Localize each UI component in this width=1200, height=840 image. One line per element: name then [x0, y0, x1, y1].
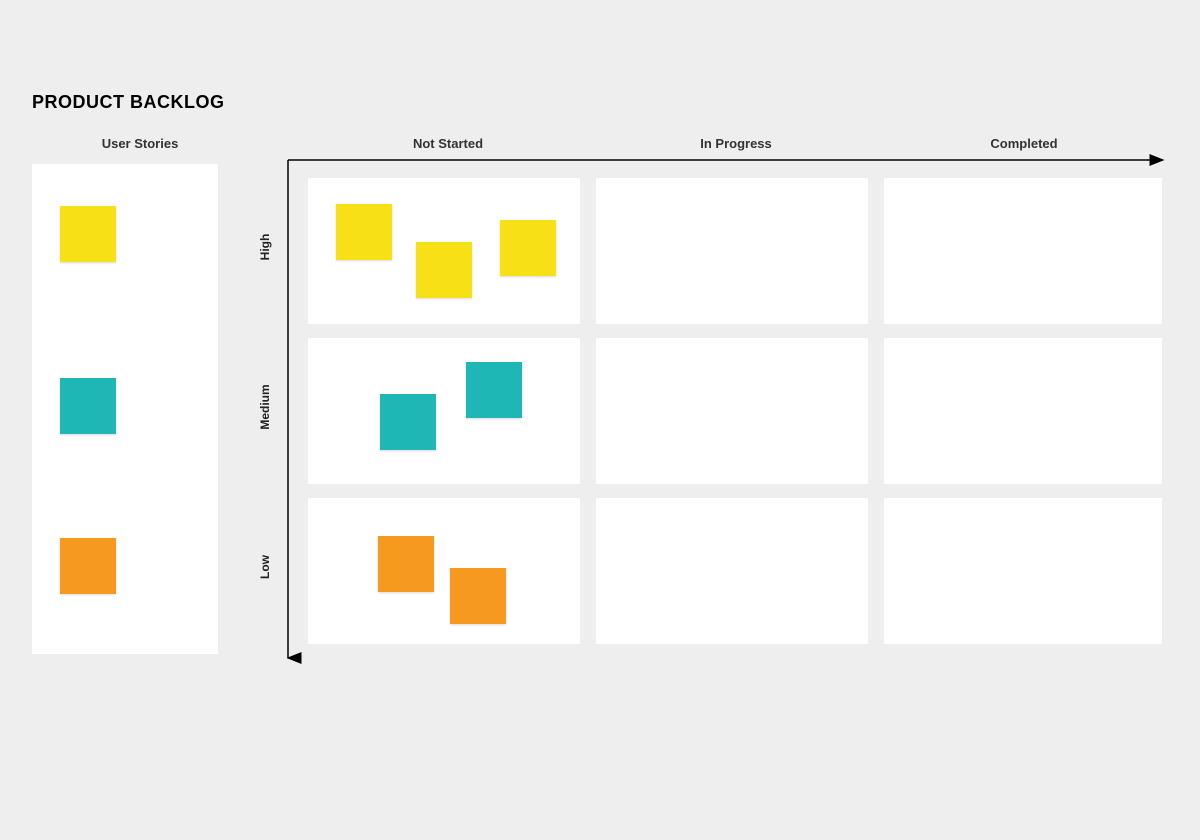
sticky-card[interactable]: [336, 204, 392, 260]
page-title: PRODUCT BACKLOG: [32, 92, 225, 113]
sticky-card[interactable]: [60, 378, 116, 434]
sticky-card[interactable]: [60, 206, 116, 262]
cell-low-not-started: [308, 498, 580, 644]
cell-medium-not-started: [308, 338, 580, 484]
column-header-user-stories: User Stories: [40, 136, 240, 151]
cell-medium-in-progress: [596, 338, 868, 484]
sticky-card[interactable]: [500, 220, 556, 276]
sticky-card[interactable]: [416, 242, 472, 298]
column-header-in-progress: In Progress: [636, 136, 836, 151]
sticky-card[interactable]: [450, 568, 506, 624]
sticky-card[interactable]: [466, 362, 522, 418]
sticky-card[interactable]: [60, 538, 116, 594]
sticky-card[interactable]: [380, 394, 436, 450]
cell-high-not-started: [308, 178, 580, 324]
cell-high-in-progress: [596, 178, 868, 324]
cell-low-in-progress: [596, 498, 868, 644]
cell-high-completed: [884, 178, 1162, 324]
cell-medium-completed: [884, 338, 1162, 484]
column-header-not-started: Not Started: [348, 136, 548, 151]
column-header-completed: Completed: [924, 136, 1124, 151]
cell-low-completed: [884, 498, 1162, 644]
row-label-high: High: [258, 207, 272, 287]
sticky-card[interactable]: [378, 536, 434, 592]
row-label-medium: Medium: [258, 367, 272, 447]
user-stories-panel: [32, 164, 218, 654]
row-label-low: Low: [258, 527, 272, 607]
